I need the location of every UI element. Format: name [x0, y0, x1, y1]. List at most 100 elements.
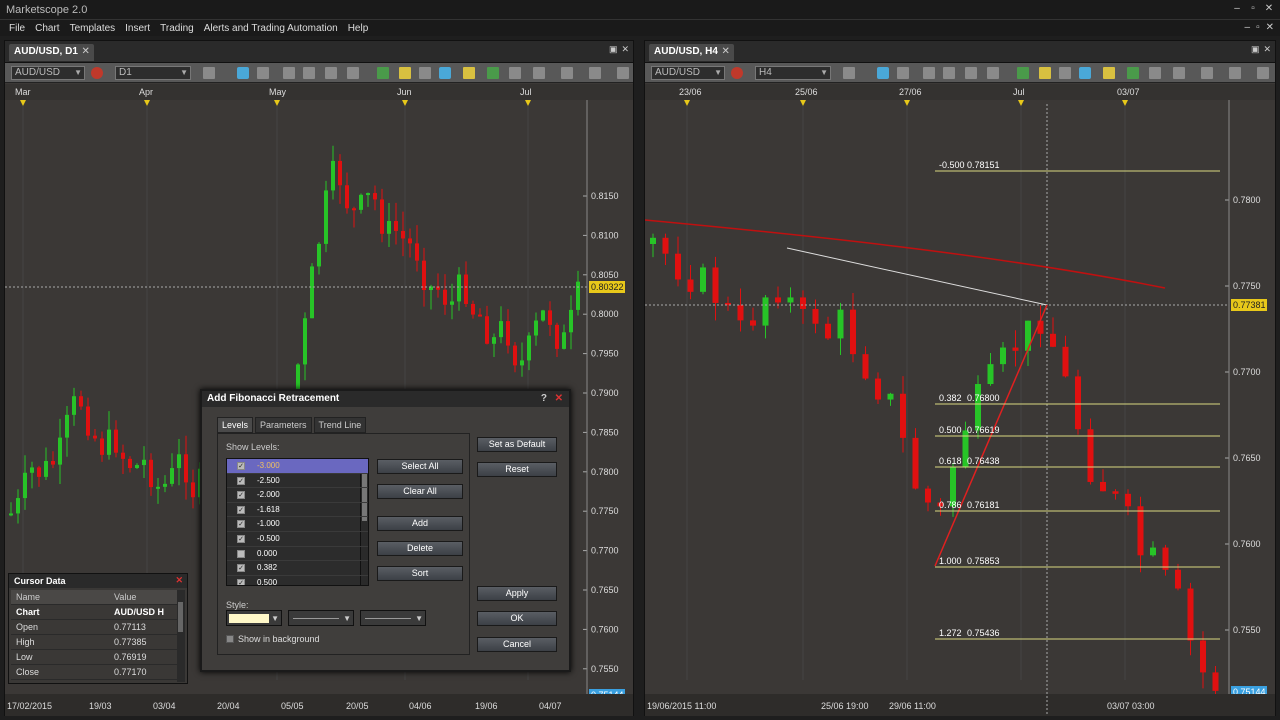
- globe-icon[interactable]: [1079, 67, 1091, 79]
- tab-aud-usd-h4[interactable]: AUD/USD, H4 ✕: [649, 44, 734, 61]
- shape-tool-icon[interactable]: [509, 67, 521, 79]
- checkbox-box[interactable]: [226, 635, 234, 643]
- menu-alerts[interactable]: Alerts and Trading Automation: [199, 23, 343, 34]
- close-icon[interactable]: ✕: [1264, 3, 1274, 15]
- shape-tool-icon[interactable]: [1149, 67, 1161, 79]
- color-picker[interactable]: ▼: [226, 610, 282, 626]
- more-icon[interactable]: [1257, 67, 1269, 79]
- chart-close-icon[interactable]: ✕: [621, 44, 629, 55]
- chart-type-icon[interactable]: [203, 67, 215, 79]
- show-in-background-checkbox[interactable]: Show in background: [226, 634, 320, 644]
- line-tool-icon[interactable]: [487, 67, 499, 79]
- dialog-close-icon[interactable]: ✕: [555, 393, 563, 404]
- indicator-icon[interactable]: [347, 67, 359, 79]
- symbol-select[interactable]: AUD/USD ▼: [651, 66, 725, 80]
- globe-icon[interactable]: [439, 67, 451, 79]
- indicator-icon[interactable]: [987, 67, 999, 79]
- level-row[interactable]: ✓ -3.000: [227, 459, 368, 474]
- alert-icon[interactable]: [1039, 67, 1051, 79]
- level-row[interactable]: ✓ -1.618: [227, 503, 368, 518]
- alert-icon[interactable]: [399, 67, 411, 79]
- bid-icon[interactable]: [877, 67, 889, 79]
- crosshair-icon[interactable]: [965, 67, 977, 79]
- text-tool-icon[interactable]: [561, 67, 573, 79]
- pencil-icon[interactable]: [1103, 67, 1115, 79]
- level-checkbox[interactable]: ✓: [237, 476, 245, 485]
- price-icon[interactable]: [731, 67, 743, 79]
- mdi-close-icon[interactable]: ✕: [1266, 22, 1274, 33]
- right-price-chart[interactable]: 23/06 25/06 27/06 Jul 03/07 0.7800 0.7750 0.770…: [645, 84, 1275, 716]
- zoom-in-icon[interactable]: [923, 67, 935, 79]
- minimize-icon[interactable]: ‒: [1232, 3, 1242, 15]
- add-button[interactable]: Add: [377, 516, 463, 531]
- chart-restore-icon[interactable]: ▣: [609, 44, 618, 55]
- scrollbar-thumb[interactable]: [178, 602, 183, 632]
- maximize-icon[interactable]: ▫: [1248, 3, 1258, 15]
- tab-levels[interactable]: Levels: [217, 417, 254, 433]
- mdi-restore-icon[interactable]: ▫: [1256, 22, 1260, 33]
- tab-trend-line[interactable]: Trend Line: [313, 417, 367, 433]
- more-icon[interactable]: [617, 67, 629, 79]
- text-tool-icon[interactable]: [1201, 67, 1213, 79]
- trade-icon[interactable]: [1017, 67, 1029, 79]
- ask-icon[interactable]: [897, 67, 909, 79]
- level-checkbox[interactable]: ✓: [237, 534, 245, 543]
- delete-button[interactable]: Delete: [377, 541, 463, 556]
- select-all-button[interactable]: Select All: [377, 459, 463, 474]
- tab-parameters[interactable]: Parameters: [255, 417, 312, 433]
- settings-icon[interactable]: [589, 67, 601, 79]
- price-icon[interactable]: [91, 67, 103, 79]
- timeframe-select[interactable]: D1 ▼: [115, 66, 191, 80]
- level-checkbox[interactable]: [237, 549, 245, 558]
- reset-button[interactable]: Reset: [477, 462, 557, 477]
- chart-type-icon[interactable]: [843, 67, 855, 79]
- level-row[interactable]: ✓ -2.000: [227, 488, 368, 503]
- menu-chart[interactable]: Chart: [30, 23, 64, 34]
- levels-list[interactable]: ✓ -3.000 ✓ -2.500 ✓ -2.000 ✓ -1.618 ✓ -1.000 ✓ -0.5…: [226, 458, 369, 586]
- bid-icon[interactable]: [237, 67, 249, 79]
- tab-close-icon[interactable]: ✕: [722, 46, 730, 57]
- line-width-select[interactable]: ▼: [288, 610, 354, 626]
- chart-close-icon[interactable]: ✕: [1263, 44, 1271, 55]
- level-row[interactable]: ✓ 0.500: [227, 576, 368, 585]
- crosshair-icon[interactable]: [325, 67, 337, 79]
- chart-restore-icon[interactable]: ▣: [1251, 44, 1260, 55]
- zoom-out-icon[interactable]: [943, 67, 955, 79]
- level-checkbox[interactable]: ✓: [237, 505, 245, 514]
- level-row[interactable]: ✓ -2.500: [227, 474, 368, 489]
- menu-insert[interactable]: Insert: [120, 23, 155, 34]
- pencil-icon[interactable]: [463, 67, 475, 79]
- line-style-select[interactable]: ▼: [360, 610, 426, 626]
- level-checkbox[interactable]: ✓: [237, 578, 245, 585]
- mdi-minimize-icon[interactable]: ‒: [1245, 22, 1251, 33]
- help-icon[interactable]: ?: [541, 393, 547, 404]
- timeframe-select[interactable]: H4 ▼: [755, 66, 831, 80]
- level-row[interactable]: 0.000: [227, 547, 368, 562]
- sort-button[interactable]: Sort: [377, 566, 463, 581]
- fib-tool-icon[interactable]: [533, 67, 545, 79]
- refresh-icon[interactable]: [1059, 67, 1071, 79]
- set-as-default-button[interactable]: Set as Default: [477, 437, 557, 452]
- refresh-icon[interactable]: [419, 67, 431, 79]
- menu-help[interactable]: Help: [343, 23, 374, 34]
- symbol-select[interactable]: AUD/USD ▼: [11, 66, 85, 80]
- cancel-button[interactable]: Cancel: [477, 637, 557, 652]
- settings-icon[interactable]: [1229, 67, 1241, 79]
- zoom-out-icon[interactable]: [303, 67, 315, 79]
- fib-tool-icon[interactable]: [1173, 67, 1185, 79]
- level-row[interactable]: ✓ -0.500: [227, 532, 368, 547]
- menu-trading[interactable]: Trading: [155, 23, 199, 34]
- tab-close-icon[interactable]: ✕: [82, 46, 90, 57]
- level-row[interactable]: ✓ -1.000: [227, 517, 368, 532]
- level-checkbox[interactable]: ✓: [237, 462, 245, 470]
- clear-all-button[interactable]: Clear All: [377, 484, 463, 499]
- close-icon[interactable]: ✕: [175, 575, 183, 586]
- cursor-data-scrollbar[interactable]: [177, 590, 185, 682]
- level-row[interactable]: ✓ 0.382: [227, 561, 368, 576]
- menu-file[interactable]: File: [4, 23, 30, 34]
- trade-icon[interactable]: [377, 67, 389, 79]
- zoom-in-icon[interactable]: [283, 67, 295, 79]
- level-checkbox[interactable]: ✓: [237, 564, 245, 573]
- tab-aud-usd-d1[interactable]: AUD/USD, D1 ✕: [9, 44, 94, 61]
- ask-icon[interactable]: [257, 67, 269, 79]
